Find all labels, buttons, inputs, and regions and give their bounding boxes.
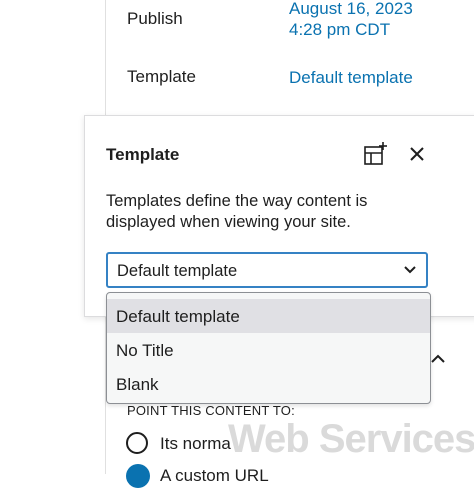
select-value: Default template: [117, 262, 238, 280]
chevron-down-icon: [404, 266, 416, 274]
publish-date: August 16, 2023: [289, 0, 413, 18]
radio-custom-url[interactable]: [126, 464, 150, 488]
radio-normal-label: Its norma: [160, 434, 231, 453]
radio-custom-url-label: A custom URL: [160, 466, 269, 485]
chevron-up-icon[interactable]: [430, 352, 446, 366]
popover-title: Template: [106, 145, 180, 164]
template-link[interactable]: Default template: [289, 67, 413, 88]
option-no-title[interactable]: No Title: [107, 333, 430, 367]
publish-date-link[interactable]: August 16, 2023 4:28 pm CDT: [289, 0, 413, 40]
template-label: Template: [127, 67, 196, 86]
publish-time: 4:28 pm CDT: [289, 20, 391, 39]
watermark: Web Services: [228, 417, 474, 461]
template-options-list: Default template No Title Blank: [106, 292, 431, 404]
popover-description: Templates define the way content is disp…: [106, 192, 368, 231]
radio-normal[interactable]: [126, 432, 148, 454]
close-button[interactable]: [405, 142, 429, 166]
add-template-button[interactable]: [361, 140, 389, 168]
option-default-template[interactable]: Default template: [107, 299, 430, 333]
publish-label: Publish: [127, 9, 183, 28]
point-content-label: POINT THIS CONTENT TO:: [127, 403, 295, 418]
close-icon: [410, 147, 424, 161]
add-template-icon: [364, 142, 387, 165]
template-select[interactable]: Default template: [106, 252, 428, 288]
option-blank[interactable]: Blank: [107, 367, 430, 401]
